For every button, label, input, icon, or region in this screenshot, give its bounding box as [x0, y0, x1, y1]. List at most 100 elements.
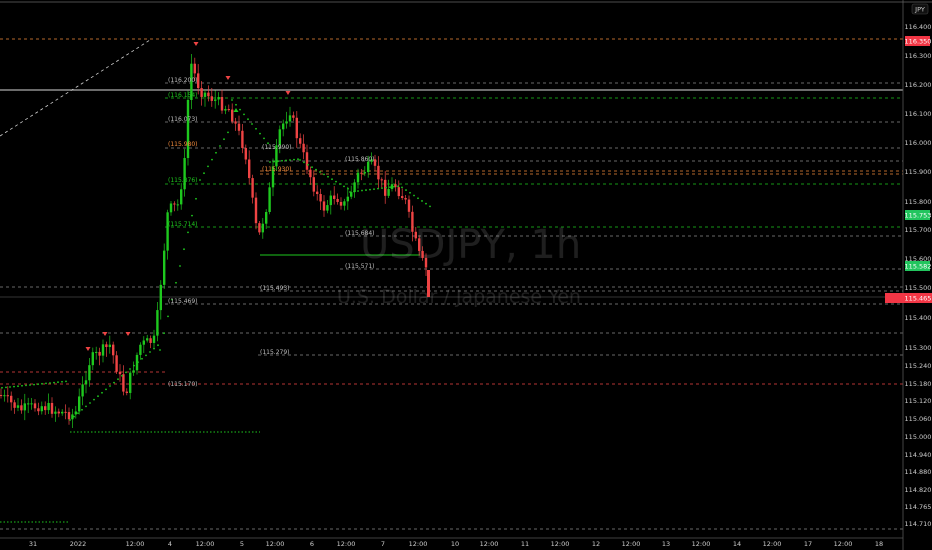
- time-tick: 12:00: [266, 540, 285, 548]
- sar-dot: [97, 395, 99, 398]
- price-tick: 115.240: [905, 362, 932, 370]
- candle-body: [200, 88, 203, 97]
- candle-body: [282, 123, 285, 130]
- candle-body: [353, 182, 356, 193]
- candle-body: [268, 187, 271, 213]
- candle-body: [142, 340, 145, 345]
- level-label: (115.493): [260, 285, 290, 292]
- sar-dot: [339, 183, 341, 185]
- candle-body: [159, 284, 162, 311]
- candle-body: [139, 344, 142, 355]
- sar-dot: [125, 371, 127, 374]
- candle-body: [319, 194, 322, 202]
- price-tick: 115.120: [905, 397, 932, 405]
- sar-dot: [93, 398, 95, 401]
- time-tick: 12:00: [834, 540, 853, 548]
- time-tick: 12:00: [763, 540, 782, 548]
- time-tick: 12:00: [126, 540, 145, 548]
- candle-body: [122, 374, 125, 392]
- candle-body: [411, 211, 414, 232]
- candle-body: [125, 391, 128, 393]
- chart-canvas[interactable]: USDJPY, 1h U.S. Dollar / Japanese Yen (1…: [0, 0, 932, 550]
- level-label: (115.279): [260, 349, 290, 356]
- sar-dot: [417, 197, 419, 200]
- candle-body: [88, 365, 91, 381]
- candle-body: [146, 338, 149, 341]
- candle-body: [404, 197, 407, 200]
- time-tick: 13: [662, 540, 670, 548]
- sar-dot: [277, 160, 279, 163]
- candle-body: [61, 411, 64, 414]
- sar-dot: [191, 214, 193, 217]
- price-tick: 116.100: [905, 110, 932, 118]
- candle-body: [74, 411, 77, 415]
- sar-dot: [5, 386, 7, 389]
- candle-body: [163, 250, 166, 285]
- sar-dot: [299, 159, 301, 161]
- candle-body: [27, 403, 30, 405]
- time-tick: 12:00: [622, 540, 641, 548]
- candle-body: [64, 411, 67, 413]
- sar-dot: [293, 158, 295, 161]
- time-tick: 12: [592, 540, 600, 548]
- level-label: (115.980): [168, 141, 198, 148]
- sar-dot: [357, 190, 359, 192]
- time-tick: 6: [310, 540, 314, 548]
- sar-dot: [239, 108, 241, 111]
- sar-dot: [65, 380, 67, 383]
- candle-body: [169, 203, 173, 213]
- sar-dot: [349, 191, 351, 193]
- candle-body: [115, 355, 118, 372]
- sar-dot: [421, 200, 423, 202]
- time-tick: 10: [451, 540, 459, 548]
- sar-dot: [199, 179, 201, 181]
- sar-dot: [13, 385, 15, 388]
- price-tick: 114.765: [905, 503, 932, 511]
- sar-dot: [231, 99, 233, 101]
- candle-body: [251, 178, 254, 198]
- price-tick: 114.880: [905, 468, 932, 476]
- sar-dot: [45, 382, 47, 385]
- level-label: (115.714): [168, 221, 198, 228]
- sar-dot: [153, 347, 155, 350]
- sar-dot: [413, 194, 415, 197]
- time-tick: 12:00: [409, 540, 428, 548]
- level-label: (115.571): [345, 263, 375, 270]
- price-tick: 114.820: [905, 486, 932, 494]
- candle-body: [112, 344, 115, 356]
- candle-body: [0, 395, 3, 396]
- candle-body: [414, 231, 417, 239]
- sar-dot: [397, 185, 399, 188]
- candle-body: [173, 203, 176, 205]
- sar-dot: [183, 248, 185, 251]
- time-tick: 7: [381, 540, 385, 548]
- price-badge-text: 116.350: [905, 38, 932, 46]
- candle-body: [95, 351, 98, 353]
- candle-body: [360, 172, 363, 174]
- candle-body: [44, 406, 47, 411]
- candle-body: [193, 63, 196, 74]
- level-label: (116.073): [168, 116, 198, 123]
- sar-dot: [69, 419, 71, 421]
- candle-body: [254, 197, 258, 224]
- candle-body: [241, 130, 244, 148]
- sar-dot: [141, 357, 143, 360]
- time-tick: 17: [804, 540, 812, 548]
- candle-body: [186, 99, 190, 159]
- sar-dot: [243, 113, 245, 116]
- candle-body: [377, 165, 380, 180]
- sar-dot: [235, 103, 237, 106]
- candle-body: [346, 196, 349, 202]
- candle-body: [149, 338, 152, 343]
- sar-dot: [25, 384, 27, 387]
- time-tick: 18: [875, 540, 883, 548]
- candle-body: [407, 199, 411, 212]
- time-tick: 4: [168, 540, 172, 548]
- sar-dot: [269, 161, 271, 163]
- candle-body: [234, 121, 237, 124]
- price-tick: 115.800: [905, 198, 932, 206]
- candle-body: [288, 115, 292, 122]
- candle-body: [108, 344, 111, 347]
- sar-dot: [101, 391, 103, 394]
- sar-dot: [393, 185, 395, 188]
